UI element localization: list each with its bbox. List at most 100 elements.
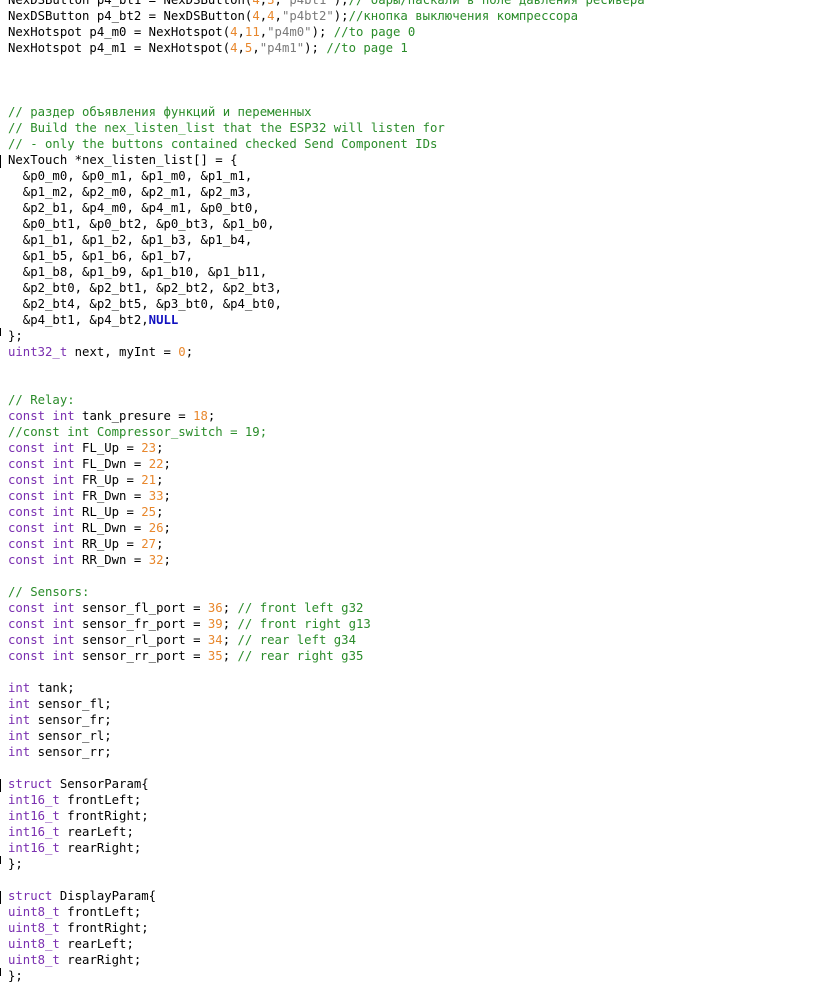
code-line[interactable]: int sensor_rl; [0, 728, 832, 744]
code-token: // rear left g34 [237, 633, 356, 647]
code-token: , [237, 41, 245, 55]
code-line[interactable]: const int RL_Dwn = 26; [0, 520, 832, 536]
code-line[interactable] [0, 872, 832, 888]
code-line[interactable] [0, 56, 832, 72]
code-token: int16_t [8, 809, 60, 823]
code-line[interactable]: int sensor_rr; [0, 744, 832, 760]
code-token: ; [222, 601, 238, 615]
code-token: const int [8, 505, 75, 519]
code-line[interactable]: int16_t frontRight; [0, 808, 832, 824]
code-line[interactable]: uint32_t next, myInt = 0; [0, 344, 832, 360]
code-line[interactable]: const int FR_Up = 21; [0, 472, 832, 488]
code-token: &p1_b1, &p1_b2, &p1_b3, &p1_b4, [8, 233, 253, 247]
code-line[interactable]: const int FR_Dwn = 33; [0, 488, 832, 504]
code-line[interactable]: uint8_t frontRight; [0, 920, 832, 936]
code-line[interactable]: // - only the buttons contained checked … [0, 136, 832, 152]
code-line[interactable] [0, 760, 832, 776]
code-line[interactable]: // Build the nex_listen_list that the ES… [0, 120, 832, 136]
code-line[interactable]: NexHotspot p4_m0 = NexHotspot(4,11,"p4m0… [0, 24, 832, 40]
code-line[interactable]: &p4_bt1, &p4_bt2,NULL [0, 312, 832, 328]
code-token: NULL [148, 313, 179, 327]
code-token: rearRight; [59, 841, 142, 855]
code-line[interactable]: }; [0, 968, 832, 984]
code-token: int [8, 745, 31, 759]
code-line[interactable]: uint8_t rearRight; [0, 952, 832, 968]
code-line[interactable]: int16_t rearLeft; [0, 824, 832, 840]
code-token: // - only the buttons contained checked … [8, 137, 438, 151]
code-token: int16_t [8, 825, 60, 839]
code-token: // раздер объявления функций и переменны… [8, 105, 312, 119]
code-line[interactable]: const int RL_Up = 25; [0, 504, 832, 520]
fold-end-marker [0, 856, 2, 872]
code-line[interactable]: NexDSButton p4_bt1 = NexDSButton(4,3,"p4… [0, 0, 832, 8]
code-token: // Relay: [8, 393, 75, 407]
code-line[interactable] [0, 568, 832, 584]
code-line[interactable]: // раздер объявления функций и переменны… [0, 104, 832, 120]
code-line[interactable]: int16_t frontLeft; [0, 792, 832, 808]
code-line[interactable]: &p0_bt1, &p0_bt2, &p0_bt3, &p1_b0, [0, 216, 832, 232]
code-line[interactable]: const int sensor_fr_port = 39; // front … [0, 616, 832, 632]
code-line[interactable]: const int FL_Up = 23; [0, 440, 832, 456]
code-line[interactable]: &p1_b1, &p1_b2, &p1_b3, &p1_b4, [0, 232, 832, 248]
code-line[interactable]: // Sensors: [0, 584, 832, 600]
code-line[interactable] [0, 376, 832, 392]
code-line[interactable]: &p2_bt0, &p2_bt1, &p2_bt2, &p2_bt3, [0, 280, 832, 296]
code-token: RL_Up = [74, 505, 142, 519]
code-token: ; [156, 537, 164, 551]
code-token: sensor_rr_port = [74, 649, 208, 663]
code-line[interactable]: struct DisplayParam{ [0, 888, 832, 904]
code-token: &p1_m2, &p2_m0, &p2_m1, &p2_m3, [8, 185, 253, 199]
code-token: 36 [207, 601, 223, 615]
fold-end-marker [0, 968, 2, 984]
code-token: &p2_bt0, &p2_bt1, &p2_bt2, &p2_bt3, [8, 281, 282, 295]
code-line[interactable]: int tank; [0, 680, 832, 696]
code-line[interactable]: NexHotspot p4_m1 = NexHotspot(4,5,"p4m1"… [0, 40, 832, 56]
code-token: ); [333, 0, 349, 7]
code-token: 4 [230, 41, 238, 55]
code-token: &p4_bt1, &p4_bt2, [8, 313, 149, 327]
code-line[interactable] [0, 664, 832, 680]
code-line[interactable]: int sensor_fr; [0, 712, 832, 728]
fold-start-marker[interactable] [0, 776, 2, 792]
code-line[interactable]: const int sensor_rl_port = 34; // rear l… [0, 632, 832, 648]
code-token: 4 [267, 9, 275, 23]
code-token: tank; [30, 681, 75, 695]
code-token: &p0_bt1, &p0_bt2, &p0_bt3, &p1_b0, [8, 217, 275, 231]
code-line[interactable]: &p1_m2, &p2_m0, &p2_m1, &p2_m3, [0, 184, 832, 200]
code-line[interactable]: &p2_bt4, &p2_bt5, &p3_bt0, &p4_bt0, [0, 296, 832, 312]
code-line[interactable]: const int sensor_fl_port = 36; // front … [0, 600, 832, 616]
code-line[interactable]: const int RR_Dwn = 32; [0, 552, 832, 568]
code-line[interactable]: //const int Compressor_switch = 19; [0, 424, 832, 440]
code-line[interactable]: const int tank_presure = 18; [0, 408, 832, 424]
code-line[interactable]: &p2_b1, &p4_m0, &p4_m1, &p0_bt0, [0, 200, 832, 216]
code-line[interactable]: }; [0, 328, 832, 344]
code-token: frontLeft; [59, 905, 142, 919]
code-line[interactable]: NexDSButton p4_bt2 = NexDSButton(4,4,"p4… [0, 8, 832, 24]
code-line[interactable]: int sensor_fl; [0, 696, 832, 712]
code-line[interactable] [0, 72, 832, 88]
code-token: // front left g32 [237, 601, 364, 615]
code-line[interactable] [0, 360, 832, 376]
code-line[interactable]: // Relay: [0, 392, 832, 408]
code-line[interactable]: const int sensor_rr_port = 35; // rear r… [0, 648, 832, 664]
code-line[interactable]: }; [0, 856, 832, 872]
code-token: ; [185, 345, 194, 359]
code-line[interactable]: int16_t rearRight; [0, 840, 832, 856]
code-line[interactable]: &p1_b5, &p1_b6, &p1_b7, [0, 248, 832, 264]
code-token: ); [311, 25, 334, 39]
fold-start-marker[interactable] [0, 888, 2, 904]
code-line[interactable]: &p1_b8, &p1_b9, &p1_b10, &p1_b11, [0, 264, 832, 280]
code-token: ); [304, 41, 327, 55]
code-line[interactable] [0, 88, 832, 104]
code-editor[interactable]: NexDSButton p4_bt1 = NexDSButton(4,3,"p4… [0, 0, 832, 984]
code-token: struct [8, 889, 53, 903]
code-line[interactable]: NexTouch *nex_listen_list[] = { [0, 152, 832, 168]
code-line[interactable]: uint8_t rearLeft; [0, 936, 832, 952]
code-line[interactable]: uint8_t frontLeft; [0, 904, 832, 920]
fold-start-marker[interactable] [0, 152, 2, 168]
code-line[interactable]: const int FL_Dwn = 22; [0, 456, 832, 472]
code-line[interactable]: struct SensorParam{ [0, 776, 832, 792]
code-line[interactable]: const int RR_Up = 27; [0, 536, 832, 552]
code-line[interactable]: &p0_m0, &p0_m1, &p1_m0, &p1_m1, [0, 168, 832, 184]
code-token: 4 [230, 25, 238, 39]
